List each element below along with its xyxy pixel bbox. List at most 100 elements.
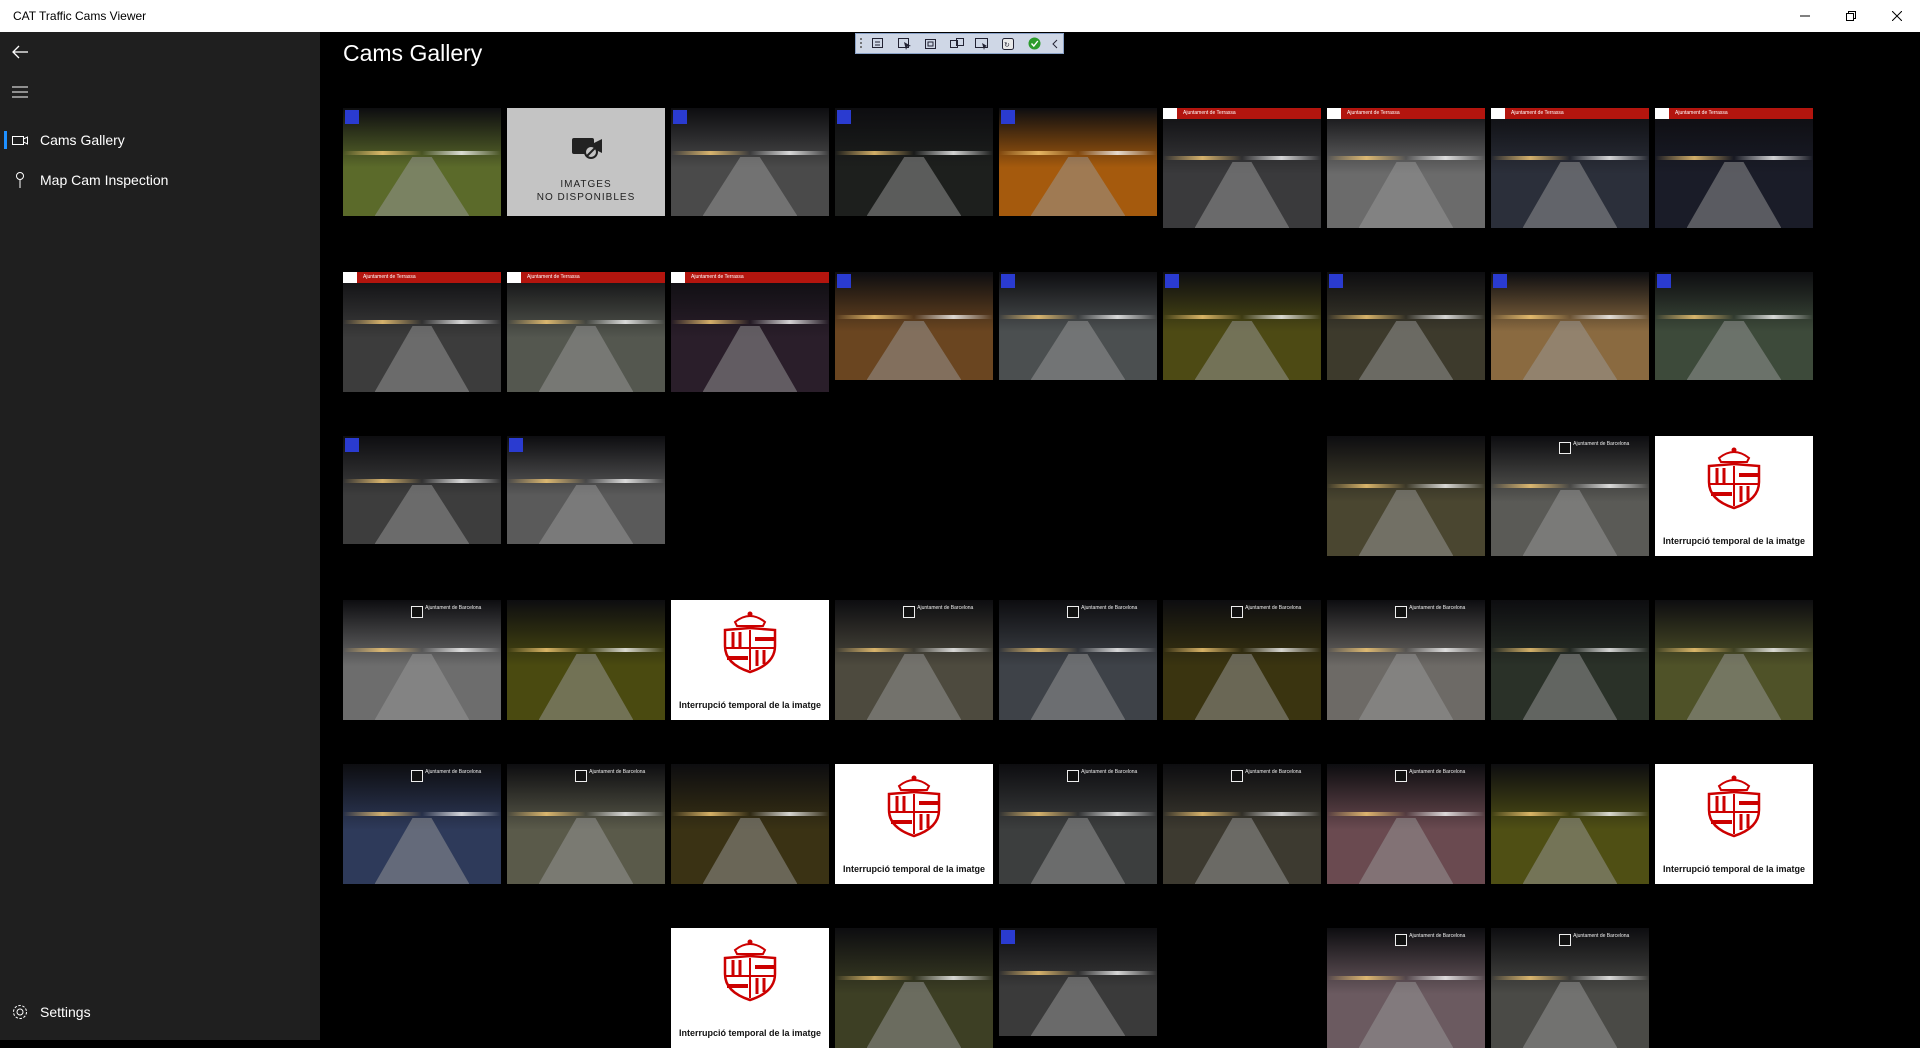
- camera-thumbnail[interactable]: [999, 272, 1157, 380]
- camera-thumbnail[interactable]: [999, 928, 1157, 1036]
- camera-thumbnail[interactable]: Ajuntament de Barcelona: [1491, 928, 1649, 1048]
- camera-thumbnail[interactable]: Ajuntament de Barcelona: [1491, 436, 1649, 556]
- camera-image: [835, 108, 993, 216]
- camera-thumbnail[interactable]: [671, 764, 829, 884]
- back-button[interactable]: [0, 32, 40, 72]
- camera-image: [999, 108, 1157, 216]
- traffic-agency-logo-icon: [509, 438, 523, 452]
- traffic-agency-logo-icon: [673, 110, 687, 124]
- track-focused-element-icon[interactable]: [944, 34, 970, 53]
- camera-thumbnail[interactable]: [1491, 764, 1649, 884]
- camera-thumbnail[interactable]: [507, 436, 665, 544]
- camera-thumbnail[interactable]: [343, 108, 501, 216]
- minimize-button[interactable]: [1782, 0, 1828, 32]
- interruption-text: Interrupció temporal de la imatge: [842, 864, 986, 874]
- barcelona-logo-icon: [410, 606, 423, 618]
- interruption-text: Interrupció temporal de la imatge: [678, 1028, 822, 1038]
- nav-item-map-cam-inspection[interactable]: Map Cam Inspection: [0, 160, 320, 200]
- minimize-icon: [1800, 15, 1810, 17]
- camera-thumbnail[interactable]: Ajuntament de Barcelona: [999, 764, 1157, 884]
- camera-thumbnail[interactable]: Ajuntament de Barcelona: [1327, 600, 1485, 720]
- collapse-toolbar-icon[interactable]: [1047, 34, 1063, 53]
- traffic-agency-logo-icon: [1657, 274, 1671, 288]
- camera-thumbnail[interactable]: [1327, 436, 1485, 556]
- terrassa-logo-icon: [1655, 108, 1669, 119]
- camera-thumbnail[interactable]: [999, 108, 1157, 216]
- camera-image: [343, 600, 501, 720]
- camera-thumbnail[interactable]: Ajuntament de Barcelona: [1163, 600, 1321, 720]
- camera-thumbnail[interactable]: [835, 108, 993, 216]
- terrassa-caption: Ajuntament de Terrassa: [1163, 108, 1321, 119]
- camera-thumbnail[interactable]: [1491, 600, 1649, 720]
- nav-item-cams-gallery[interactable]: Cams Gallery: [0, 120, 320, 160]
- title-bar: CAT Traffic Cams Viewer: [0, 0, 1920, 32]
- traffic-agency-logo-icon: [837, 110, 851, 124]
- camera-thumbnail[interactable]: Ajuntament de Barcelona: [835, 600, 993, 720]
- toolbar-grip-icon[interactable]: [856, 34, 866, 53]
- camera-thumbnail[interactable]: Ajuntament de Terrassa: [1655, 108, 1813, 228]
- terrassa-logo-icon: [671, 272, 685, 283]
- camera-thumbnail[interactable]: Ajuntament de Terrassa: [507, 272, 665, 392]
- camera-image: [1655, 108, 1813, 228]
- camera-thumbnail[interactable]: Ajuntament de Terrassa: [1491, 108, 1649, 228]
- hamburger-menu-button[interactable]: [0, 72, 40, 112]
- hamburger-icon: [12, 86, 28, 98]
- display-accessibility-icon[interactable]: [969, 34, 995, 53]
- camera-interruption-tile[interactable]: Interrupció temporal de la imatge: [1655, 436, 1813, 556]
- hot-reload-ok-icon: [1021, 34, 1047, 53]
- svg-text:↻: ↻: [1004, 42, 1010, 49]
- camera-image: [1491, 764, 1649, 884]
- camera-thumbnail[interactable]: Ajuntament de Terrassa: [671, 272, 829, 392]
- camera-thumbnail[interactable]: [835, 272, 993, 380]
- barcelona-caption: Ajuntament de Barcelona: [425, 769, 482, 775]
- camera-image: [1163, 764, 1321, 884]
- camera-thumbnail[interactable]: [507, 600, 665, 720]
- map-pin-icon: [16, 172, 24, 188]
- camera-thumbnail[interactable]: Ajuntament de Barcelona: [1327, 764, 1485, 884]
- barcelona-caption: Ajuntament de Barcelona: [1245, 605, 1302, 611]
- camera-thumbnail[interactable]: [1327, 272, 1485, 380]
- camera-image: [343, 764, 501, 884]
- barcelona-logo-icon: [1558, 442, 1571, 454]
- barcelona-caption: Ajuntament de Barcelona: [1409, 933, 1466, 939]
- camera-unavailable-tile[interactable]: IMATGES NO DISPONIBLES: [507, 108, 665, 216]
- camera-thumbnail[interactable]: Ajuntament de Terrassa: [1327, 108, 1485, 228]
- traffic-agency-logo-icon: [1165, 274, 1179, 288]
- camera-thumbnail[interactable]: [343, 436, 501, 544]
- camera-thumbnail[interactable]: [671, 108, 829, 216]
- terrassa-logo-icon: [1491, 108, 1505, 119]
- display-layout-adorners-icon[interactable]: [918, 34, 944, 53]
- nav-item-settings[interactable]: Settings: [0, 992, 320, 1032]
- camera-thumbnail[interactable]: [1491, 272, 1649, 380]
- camera-image: [1327, 436, 1485, 556]
- camera-thumbnail[interactable]: Ajuntament de Barcelona: [999, 600, 1157, 720]
- close-button[interactable]: [1874, 0, 1920, 32]
- live-visual-tree-icon[interactable]: [866, 34, 892, 53]
- barcelona-logo-icon: [902, 606, 915, 618]
- camera-thumbnail[interactable]: Ajuntament de Barcelona: [507, 764, 665, 884]
- barcelona-coat-of-arms-icon: [723, 611, 777, 674]
- camera-thumbnail[interactable]: Ajuntament de Barcelona: [1327, 928, 1485, 1048]
- camera-thumbnail[interactable]: [1655, 272, 1813, 380]
- camera-interruption-tile[interactable]: Interrupció temporal de la imatge: [671, 928, 829, 1048]
- camera-thumbnail[interactable]: [835, 928, 993, 1048]
- camera-thumbnail[interactable]: [1655, 600, 1813, 720]
- camera-image: [1163, 108, 1321, 228]
- camera-thumbnail[interactable]: Ajuntament de Barcelona: [343, 600, 501, 720]
- camera-thumbnail[interactable]: Ajuntament de Barcelona: [1163, 764, 1321, 884]
- camera-thumbnail[interactable]: Ajuntament de Barcelona: [343, 764, 501, 884]
- restore-button[interactable]: [1828, 0, 1874, 32]
- select-element-icon[interactable]: [892, 34, 918, 53]
- camera-thumbnail[interactable]: [1163, 272, 1321, 380]
- camera-image: [343, 436, 501, 544]
- camera-thumbnail[interactable]: Ajuntament de Terrassa: [1163, 108, 1321, 228]
- barcelona-logo-icon: [410, 770, 423, 782]
- camera-interruption-tile[interactable]: Interrupció temporal de la imatge: [671, 600, 829, 720]
- hot-reload-icon[interactable]: ↻: [995, 34, 1021, 53]
- camera-interruption-tile[interactable]: Interrupció temporal de la imatge: [835, 764, 993, 884]
- camera-thumbnail[interactable]: Ajuntament de Terrassa: [343, 272, 501, 392]
- camera-interruption-tile[interactable]: Interrupció temporal de la imatge: [1655, 764, 1813, 884]
- barcelona-caption: Ajuntament de Barcelona: [589, 769, 646, 775]
- barcelona-caption: Ajuntament de Barcelona: [917, 605, 974, 611]
- traffic-agency-logo-icon: [1493, 274, 1507, 288]
